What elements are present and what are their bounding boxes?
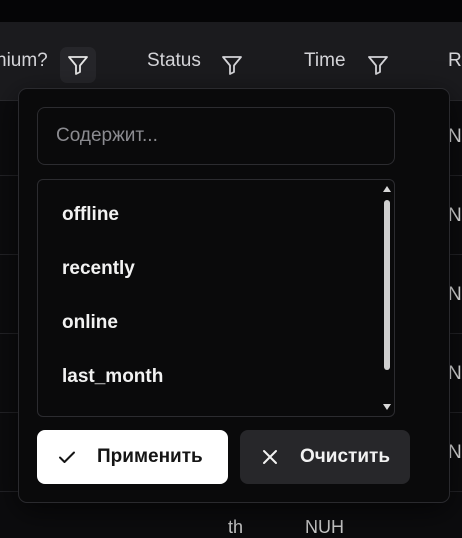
table-cell: N — [448, 442, 462, 463]
clear-button-label: Очистить — [300, 446, 391, 467]
options-scrollbar[interactable] — [383, 184, 391, 412]
scroll-down-arrow-icon[interactable] — [383, 404, 391, 410]
premium-filter-button[interactable] — [60, 47, 96, 83]
filter-option-recently[interactable]: recently — [62, 258, 135, 280]
table-cell: N — [448, 284, 462, 305]
close-icon — [260, 447, 280, 467]
filter-option-online[interactable]: online — [62, 312, 118, 334]
table-cell: th — [228, 517, 244, 537]
table-cell: N — [448, 363, 462, 384]
filter-popover: offline recently online last_month Приме… — [18, 88, 450, 503]
clear-button[interactable]: Очистить — [240, 430, 410, 484]
check-icon — [57, 447, 77, 467]
scroll-up-arrow-icon[interactable] — [383, 186, 391, 192]
filter-option-offline[interactable]: offline — [62, 204, 119, 226]
filter-icon — [222, 56, 242, 75]
filter-icon — [368, 56, 388, 75]
column-header-next[interactable]: Re — [448, 22, 462, 100]
time-filter-button[interactable] — [360, 47, 396, 83]
filter-icon — [68, 56, 88, 75]
status-filter-button[interactable] — [214, 47, 250, 83]
table-cell: N — [448, 126, 462, 147]
filter-options-list[interactable]: offline recently online last_month — [37, 179, 395, 417]
filter-option-last-month[interactable]: last_month — [62, 366, 163, 388]
top-bar — [0, 0, 462, 22]
table-cell: N — [448, 205, 462, 226]
apply-button-label: Применить — [97, 446, 203, 467]
apply-button[interactable]: Применить — [37, 430, 228, 484]
filter-search-input[interactable] — [37, 107, 395, 165]
scrollbar-thumb[interactable] — [384, 200, 390, 370]
table-cell: NUH — [305, 517, 344, 537]
